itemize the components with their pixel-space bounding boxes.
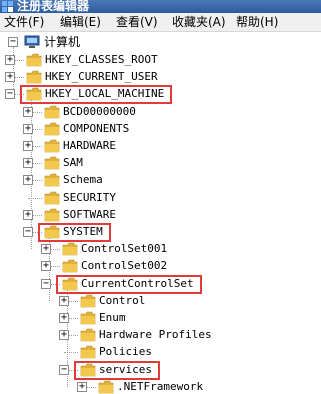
tree-node-label[interactable]: HKEY_LOCAL_MACHINE — [45, 87, 164, 101]
node-expander[interactable]: + — [5, 55, 15, 65]
folder-icon — [98, 380, 114, 394]
folder-icon — [80, 363, 96, 376]
folder-icon — [44, 105, 60, 118]
node-expander[interactable]: + — [23, 209, 33, 220]
folder-icon — [26, 70, 42, 84]
tree-node-label[interactable]: HARDWARE — [63, 139, 116, 153]
tree-node-label[interactable]: Control — [99, 294, 145, 308]
tree-node-label[interactable]: COMPONENTS — [63, 122, 129, 136]
folder-icon — [80, 311, 96, 325]
node-expander[interactable]: + — [23, 141, 33, 151]
tree-connector — [28, 197, 42, 199]
node-expander[interactable]: + — [59, 295, 69, 306]
tree-node-label[interactable]: .NETFramework — [117, 380, 203, 394]
tree-node-label[interactable]: ControlSet001 — [81, 242, 167, 256]
node-expander[interactable]: + — [41, 261, 51, 272]
folder-icon — [80, 294, 96, 308]
tree-node-label[interactable]: HKEY_CURRENT_USER — [45, 70, 158, 84]
node-expander[interactable]: + — [23, 106, 33, 117]
folder-icon — [80, 346, 96, 359]
node-expander[interactable]: − — [5, 89, 15, 100]
tree-node-label[interactable]: Policies — [99, 345, 152, 359]
tree-node-label[interactable]: BCD00000000 — [63, 105, 136, 119]
tree-node-label[interactable]: SOFTWARE — [63, 208, 116, 222]
tree-node-label[interactable]: CurrentControlSet — [81, 277, 194, 291]
node-expander[interactable]: + — [23, 123, 33, 134]
folder-icon — [62, 260, 78, 273]
node-expander[interactable]: + — [23, 175, 33, 186]
node-expander[interactable]: + — [77, 381, 87, 392]
folder-icon — [44, 225, 60, 239]
tree-node-label[interactable]: ControlSet002 — [81, 259, 167, 273]
node-expander[interactable]: − — [23, 227, 33, 237]
folder-icon — [26, 53, 42, 67]
menu-bar: 文件(F) 编辑(E) 查看(V) 收藏夹(A) 帮助(H) — [0, 13, 321, 32]
root-expander[interactable]: − — [8, 37, 18, 47]
menu-file[interactable]: 文件(F) — [4, 14, 44, 30]
computer-icon — [24, 35, 40, 48]
tree-connector — [64, 352, 78, 354]
tree-node-label[interactable]: SAM — [63, 156, 83, 170]
folder-icon — [44, 174, 60, 187]
folder-icon — [44, 208, 60, 222]
folder-icon — [62, 277, 78, 290]
node-expander[interactable]: + — [59, 313, 69, 323]
root-label[interactable]: 计算机 — [44, 35, 80, 49]
node-expander[interactable]: + — [41, 244, 51, 255]
tree-node-label[interactable]: Hardware Profiles — [99, 328, 212, 342]
menu-help[interactable]: 帮助(H) — [236, 14, 278, 30]
tree-node-label[interactable]: services — [99, 363, 152, 377]
menu-favorites[interactable]: 收藏夹(A) — [172, 14, 226, 30]
folder-icon — [44, 156, 60, 170]
folder-icon — [44, 139, 60, 153]
folder-icon — [44, 122, 60, 136]
tree-node-label[interactable]: Enum — [99, 311, 126, 325]
node-expander[interactable]: − — [59, 364, 69, 375]
folder-icon — [26, 88, 42, 101]
folder-icon — [80, 328, 96, 342]
window-title: 注册表编辑器 — [17, 0, 90, 13]
node-expander[interactable]: − — [41, 278, 51, 289]
menu-view[interactable]: 查看(V) — [116, 14, 158, 30]
tree-node-label[interactable]: SECURITY — [63, 191, 116, 205]
tree-node-label[interactable]: Schema — [63, 173, 103, 187]
node-expander[interactable]: + — [59, 330, 69, 341]
folder-icon — [44, 191, 60, 204]
menu-edit[interactable]: 编辑(E) — [60, 14, 101, 30]
title-bar: 注册表编辑器 — [0, 0, 321, 13]
tree-node-label[interactable]: SYSTEM — [63, 225, 103, 239]
regedit-icon — [2, 1, 13, 12]
tree-node-label[interactable]: HKEY_CLASSES_ROOT — [45, 53, 158, 67]
node-expander[interactable]: + — [5, 72, 15, 83]
registry-tree[interactable]: − 计算机 + HKEY_CLASSES_ROOT + HKEY_CURRENT_US… — [0, 32, 321, 394]
folder-icon — [62, 242, 78, 256]
node-expander[interactable]: + — [23, 158, 33, 169]
